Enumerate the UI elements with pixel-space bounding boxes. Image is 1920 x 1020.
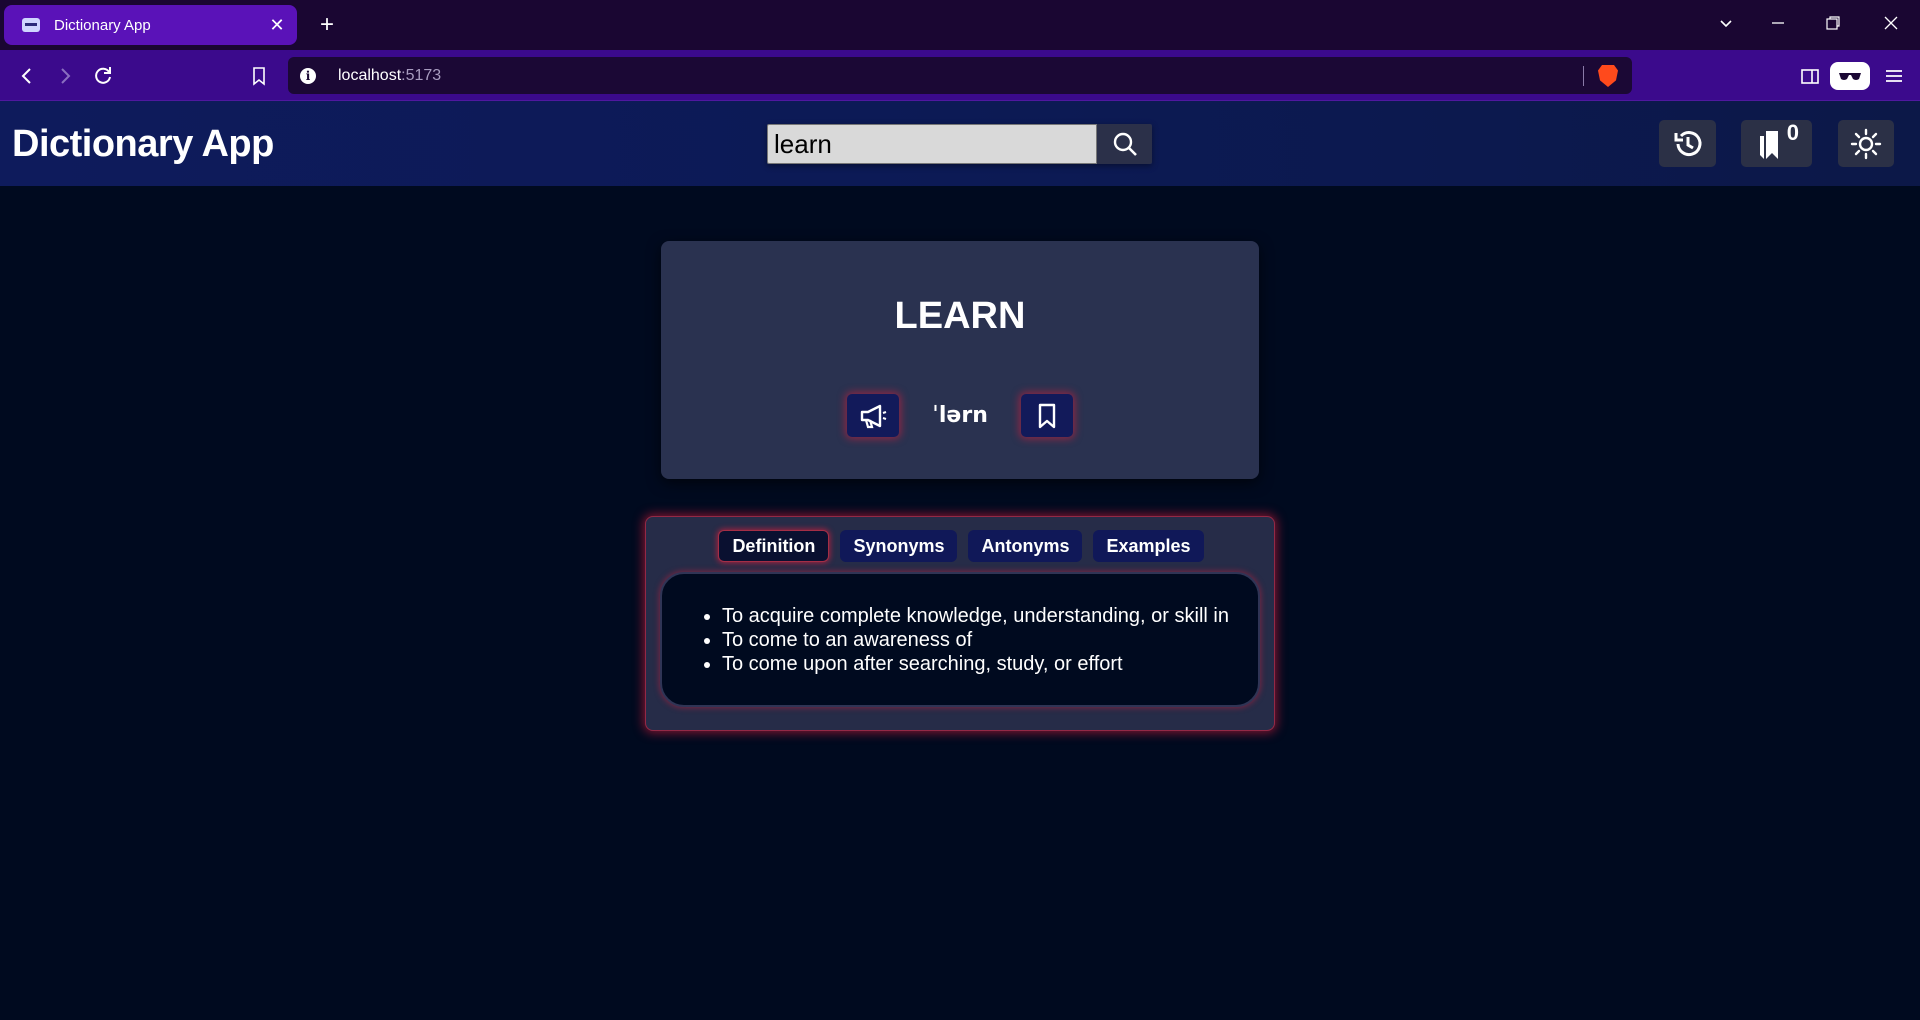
history-icon bbox=[1674, 130, 1701, 156]
tab-search-icon[interactable] bbox=[1706, 10, 1746, 40]
app-title: Dictionary App bbox=[12, 123, 274, 165]
details-panel: Definition Synonyms Antonyms Examples To… bbox=[645, 516, 1275, 731]
browser-toolbar: i localhost:5173 bbox=[0, 50, 1920, 101]
reload-icon[interactable] bbox=[89, 62, 117, 90]
definition-list: To acquire complete knowledge, understan… bbox=[722, 604, 1229, 676]
word-card: LEARN ˈlərn bbox=[661, 241, 1259, 479]
bookmark-word-button[interactable] bbox=[1021, 394, 1073, 437]
bookmarks-button[interactable]: 0 bbox=[1741, 120, 1812, 167]
word-title: LEARN bbox=[894, 295, 1026, 337]
bookmarks-icon bbox=[1759, 130, 1778, 159]
history-button[interactable] bbox=[1659, 120, 1716, 167]
new-tab-icon[interactable]: + bbox=[312, 10, 342, 40]
browser-tab[interactable]: Dictionary App ✕ bbox=[4, 5, 297, 45]
bookmark-page-icon[interactable] bbox=[245, 62, 273, 90]
list-item: To come upon after searching, study, or … bbox=[722, 652, 1229, 676]
tab-close-icon[interactable]: ✕ bbox=[263, 15, 291, 36]
tab-antonyms[interactable]: Antonyms bbox=[968, 530, 1083, 562]
brave-shields-icon[interactable] bbox=[1598, 65, 1618, 87]
menu-icon[interactable] bbox=[1880, 62, 1908, 90]
tab-synonyms[interactable]: Synonyms bbox=[840, 530, 958, 562]
theme-toggle-button[interactable] bbox=[1838, 120, 1894, 167]
sidebar-toggle-icon[interactable] bbox=[1796, 62, 1824, 90]
wallet-icon[interactable] bbox=[1830, 62, 1870, 90]
url-port: :5173 bbox=[401, 66, 442, 84]
search-button[interactable] bbox=[1097, 124, 1152, 164]
back-icon[interactable] bbox=[13, 62, 41, 90]
list-item: To come to an awareness of bbox=[722, 628, 1229, 652]
restore-icon[interactable] bbox=[1813, 10, 1853, 40]
search-input[interactable] bbox=[767, 124, 1097, 164]
minimize-icon[interactable] bbox=[1758, 10, 1798, 40]
phonetic-text: ˈlərn bbox=[932, 403, 988, 428]
sun-icon bbox=[1850, 128, 1882, 159]
bookmark-icon bbox=[1038, 403, 1056, 428]
tab-definition[interactable]: Definition bbox=[718, 530, 830, 562]
forward-icon[interactable] bbox=[51, 62, 79, 90]
close-window-icon[interactable] bbox=[1871, 10, 1911, 40]
url-host: localhost bbox=[338, 66, 402, 84]
omnibox-divider bbox=[1583, 66, 1584, 86]
list-item: To acquire complete knowledge, understan… bbox=[722, 604, 1229, 628]
bookmark-count: 0 bbox=[1786, 120, 1799, 145]
browser-tab-title: Dictionary App bbox=[54, 16, 151, 34]
favicon-icon bbox=[22, 18, 40, 32]
search-icon bbox=[1113, 132, 1137, 156]
browser-tabbar: Dictionary App ✕ + bbox=[0, 0, 1920, 50]
definition-box: To acquire complete knowledge, understan… bbox=[660, 572, 1260, 707]
tab-list: Definition Synonyms Antonyms Examples bbox=[646, 530, 1276, 562]
site-info-icon[interactable]: i bbox=[300, 67, 316, 84]
search-bar bbox=[767, 124, 1152, 164]
app-header: Dictionary App 0 bbox=[0, 101, 1920, 186]
tab-examples[interactable]: Examples bbox=[1093, 530, 1204, 562]
address-bar[interactable]: i localhost:5173 bbox=[288, 57, 1632, 94]
